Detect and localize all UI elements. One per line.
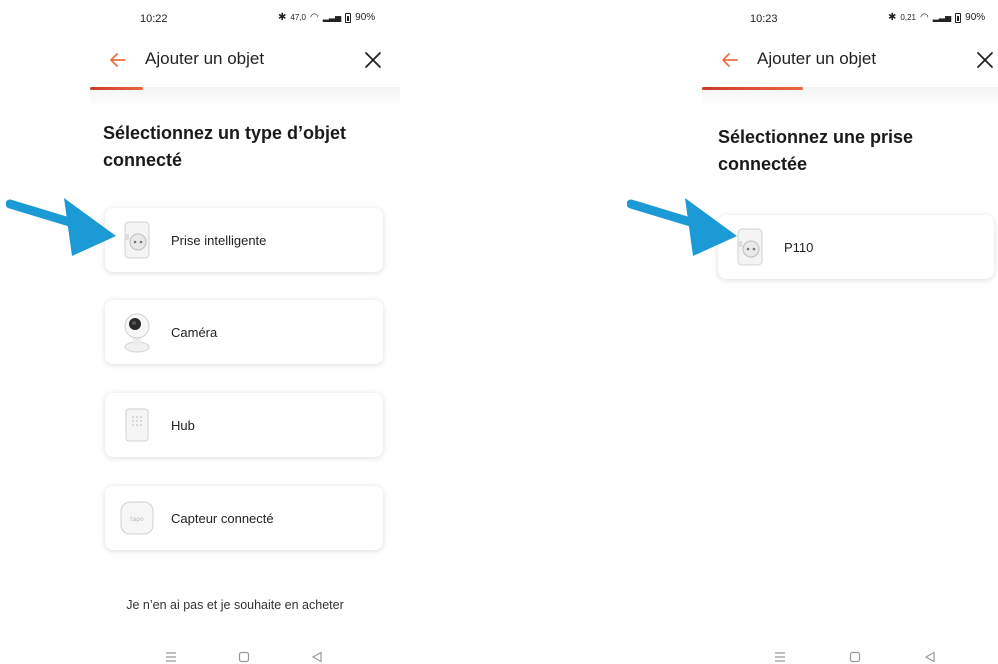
- bluetooth-icon: ✱: [888, 12, 897, 23]
- page-title: Sélectionnez une prise connectée: [718, 124, 913, 178]
- progress-bar: [702, 87, 803, 90]
- battery-level: 90%: [355, 12, 376, 23]
- battery-level: 90%: [965, 12, 986, 23]
- bluetooth-icon: ✱: [278, 12, 287, 23]
- callout-arrow-right: [627, 198, 737, 256]
- buy-device-link[interactable]: Je n’en ai pas et je souhaite en acheter: [80, 598, 390, 612]
- back-triangle-icon[interactable]: [923, 650, 937, 664]
- page-title-line-2: connectée: [718, 154, 808, 174]
- status-bar: 10:22 ✱ 47,0 ◠ ▂▃▅ 90%: [90, 0, 400, 36]
- page-title-line-2: connecté: [103, 150, 183, 170]
- device-card-label: Capteur connecté: [171, 510, 274, 526]
- sensor-badge-text: tapo: [130, 516, 144, 523]
- status-icons: ✱ 47,0 ◠ ▂▃▅ 90%: [278, 12, 375, 23]
- network-speed: 47,0: [290, 13, 306, 22]
- close-icon[interactable]: [974, 49, 996, 71]
- battery-icon: [345, 12, 352, 23]
- signal-icon: ▂▃▅: [932, 13, 952, 22]
- app-header: Ajouter un objet: [702, 44, 998, 76]
- wifi-icon: ◠: [309, 12, 319, 23]
- device-card-label: Hub: [171, 417, 195, 433]
- device-card-camera[interactable]: Caméra: [105, 300, 383, 364]
- page-title: Sélectionnez un type d’objet connecté: [103, 120, 346, 174]
- wifi-icon: ◠: [919, 12, 929, 23]
- progress-bar: [90, 87, 143, 90]
- home-icon[interactable]: [237, 650, 251, 664]
- battery-icon: [955, 12, 962, 23]
- home-icon[interactable]: [848, 650, 862, 664]
- app-header: Ajouter un objet: [90, 44, 400, 76]
- device-card-label: Caméra: [171, 324, 218, 340]
- header-title: Ajouter un objet: [757, 49, 877, 68]
- left-phone-screen: 10:22 ✱ 47,0 ◠ ▂▃▅ 90% Ajouter un objet …: [90, 0, 400, 664]
- page-title-line-1: Sélectionnez une prise: [718, 127, 914, 147]
- callout-arrow-left: [6, 198, 116, 256]
- camera-icon: [119, 310, 155, 354]
- status-icons: ✱ 0,21 ◠ ▂▃▅ 90%: [888, 12, 985, 23]
- device-card-smart-plug[interactable]: Prise intelligente: [105, 208, 383, 272]
- header-title: Ajouter un objet: [145, 49, 265, 68]
- device-card-hub[interactable]: Hub: [105, 393, 383, 457]
- sensor-icon: tapo: [119, 496, 155, 540]
- network-speed: 0,21: [900, 13, 916, 22]
- device-card-sensor[interactable]: tapo Capteur connecté: [105, 486, 383, 550]
- device-card-p110[interactable]: P110: [718, 215, 994, 279]
- system-nav-bars: [0, 650, 998, 664]
- status-bar: 10:23 ✱ 0,21 ◠ ▂▃▅ 90%: [702, 0, 998, 36]
- close-icon[interactable]: [362, 49, 384, 71]
- right-phone-screen: 10:23 ✱ 0,21 ◠ ▂▃▅ 90% Ajouter un objet …: [702, 0, 998, 664]
- arrow-left-icon[interactable]: [720, 50, 740, 70]
- page-title-line-1: Sélectionnez un type d’objet: [103, 123, 347, 143]
- menu-icon[interactable]: [164, 650, 178, 664]
- progress-track: [702, 87, 998, 107]
- status-time: 10:23: [750, 13, 778, 25]
- status-time: 10:22: [140, 13, 168, 25]
- smart-plug-icon: [119, 218, 155, 262]
- hub-icon: [119, 403, 155, 447]
- device-card-label: P110: [784, 239, 814, 255]
- menu-icon[interactable]: [773, 650, 787, 664]
- back-triangle-icon[interactable]: [310, 650, 324, 664]
- arrow-left-icon[interactable]: [108, 50, 128, 70]
- device-card-label: Prise intelligente: [171, 232, 267, 248]
- progress-track: [90, 87, 400, 107]
- signal-icon: ▂▃▅: [322, 13, 342, 22]
